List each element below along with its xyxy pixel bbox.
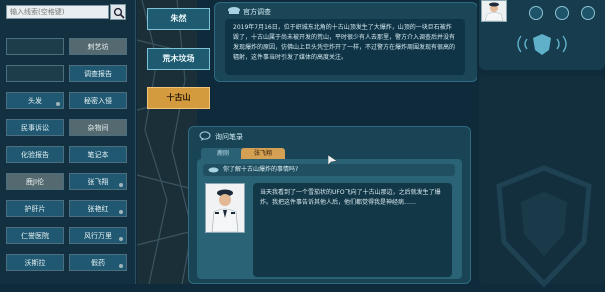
- clue-sidebar: 输入线索(空格键) 刺艺坊调查报告 头发 秘密入侵 民事诉讼 杂物间 化验报告 笔记本 鹿JI…: [0, 0, 136, 284]
- clue-item[interactable]: 鹿JI伦: [6, 173, 64, 190]
- clue-item[interactable]: 风行万里: [69, 227, 127, 244]
- speech-bubble-icon: [199, 131, 211, 141]
- report-title: 官方调查: [243, 8, 271, 16]
- clue-item[interactable]: 张艳红: [69, 200, 127, 217]
- radio-badge-icon: [517, 34, 567, 55]
- new-clue-dot-icon: [56, 102, 60, 106]
- answer-text: 当天我看到了一个雪茄状的UFO飞向了十古山那边，之后就发生了爆炸。我把这件事告诉…: [253, 183, 452, 277]
- new-clue-dot-icon: [119, 183, 123, 187]
- official-report-panel: 官方调查 2019年7月16日，位于织城东北角的十古山顶发生了大爆炸，山顶的一块…: [214, 2, 478, 82]
- new-clue-dot-icon: [119, 264, 123, 268]
- tab-witness-2[interactable]: 张飞翔: [241, 148, 285, 159]
- officer-panel: [477, 0, 605, 288]
- clue-item[interactable]: 头发: [6, 92, 64, 109]
- clue-item[interactable]: 刺艺坊: [69, 38, 127, 55]
- officer-avatar: [481, 0, 507, 22]
- magnifier-icon: [113, 7, 125, 19]
- power-icon[interactable]: [581, 6, 595, 20]
- officer-portrait-icon: [484, 2, 504, 22]
- police-cap-icon: [208, 167, 219, 173]
- tab-witness-1[interactable]: 鹿刚: [201, 148, 245, 159]
- location-button[interactable]: 十古山: [147, 87, 210, 109]
- question-text: 你了解十古山爆炸的事情吗?: [223, 166, 299, 173]
- clue-item[interactable]: 调查报告: [69, 65, 127, 82]
- new-clue-dot-icon: [119, 210, 123, 214]
- search-button[interactable]: [110, 4, 126, 20]
- clue-item[interactable]: 杂物间: [69, 119, 127, 136]
- clue-item[interactable]: 仁誉医院: [6, 227, 64, 244]
- user-icon[interactable]: [529, 6, 543, 20]
- clue-search-input[interactable]: 输入线索(空格键): [6, 5, 109, 19]
- interrogation-title: 询问笔录: [215, 133, 243, 141]
- interrogation-panel: 询问笔录 鹿刚 张飞翔 你了解十古山爆炸的事情吗? 当天我看到了一个雪茄状的UF…: [188, 126, 471, 284]
- new-clue-dot-icon: [119, 237, 123, 241]
- police-cap-icon: [228, 7, 240, 14]
- clue-item[interactable]: 护肝片: [6, 200, 64, 217]
- witness-avatar: [205, 183, 245, 233]
- gear-icon[interactable]: [555, 6, 569, 20]
- clue-item[interactable]: 张飞翔: [69, 173, 127, 190]
- badge-panel: [479, 76, 605, 288]
- clue-item[interactable]: 民事诉讼: [6, 119, 64, 136]
- officer-portrait-icon: [206, 184, 244, 233]
- clue-item[interactable]: 化验报告: [6, 146, 64, 163]
- clue-item[interactable]: 假药: [69, 254, 127, 271]
- report-body: 2019年7月16日，位于织城东北角的十古山顶发生了大爆炸，山顶的一块巨石被炸毁…: [225, 19, 465, 75]
- location-button[interactable]: 荒木坟场: [147, 48, 210, 70]
- clue-item[interactable]: 沃斯拉: [6, 254, 64, 271]
- officer-header: [479, 0, 605, 70]
- location-button[interactable]: 朱然: [147, 8, 210, 30]
- mouse-cursor-icon: [328, 155, 338, 166]
- clue-item[interactable]: [6, 65, 64, 82]
- clue-item[interactable]: 秘密入侵: [69, 92, 127, 109]
- police-shield-emblem: [496, 165, 592, 288]
- chat-area: 你了解十古山爆炸的事情吗? 当天我看到了一个雪茄状的UFO飞向了十古山那边，之后…: [197, 159, 462, 279]
- clue-item[interactable]: [6, 38, 64, 55]
- clue-item[interactable]: 笔记本: [69, 146, 127, 163]
